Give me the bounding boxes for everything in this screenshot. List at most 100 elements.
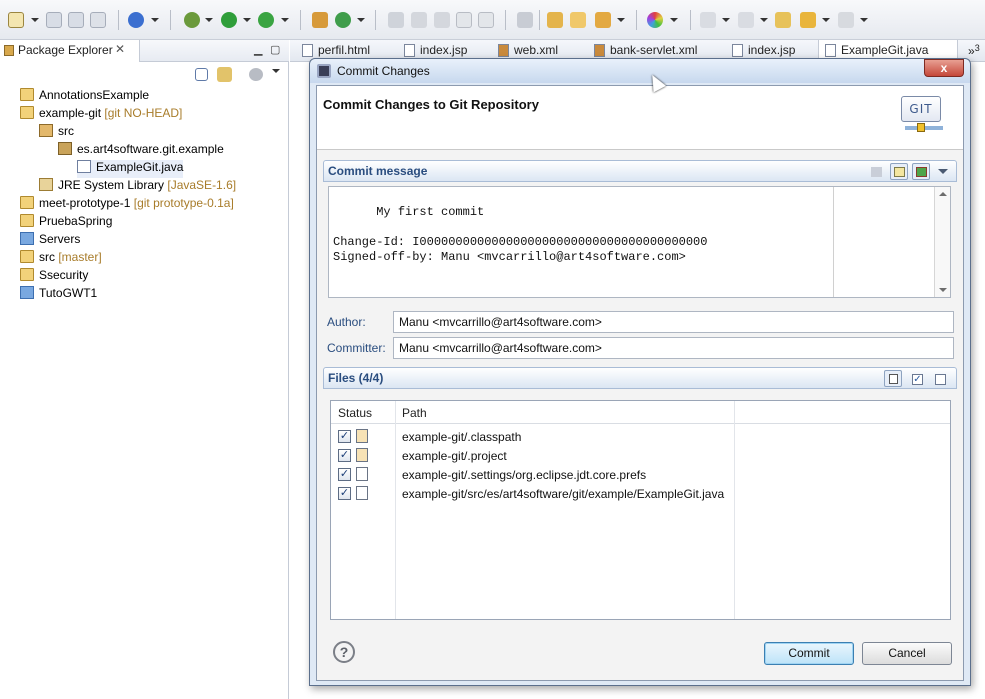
run-icon[interactable] <box>221 12 237 28</box>
new-class-icon[interactable] <box>335 12 351 28</box>
google-plugin-icon[interactable] <box>128 12 144 28</box>
spell-check-icon[interactable] <box>867 163 885 180</box>
tree-item[interactable]: AnnotationsExample <box>20 88 149 106</box>
select-all-icon[interactable]: ✓ <box>908 370 926 387</box>
scroll-down-icon[interactable] <box>939 288 947 292</box>
tree-item[interactable]: JRE System Library [JavaSE-1.6] <box>39 178 236 196</box>
java-file-icon <box>825 44 836 57</box>
cancel-button[interactable]: Cancel <box>862 642 952 665</box>
table-row[interactable]: ✓ example-git/src/es/art4software/git/ex… <box>331 484 950 503</box>
annotation-icon[interactable] <box>388 12 404 28</box>
java-file-icon <box>77 160 91 173</box>
message-scrollbar[interactable] <box>934 187 950 297</box>
print-icon[interactable] <box>90 12 106 28</box>
save-all-icon[interactable] <box>68 12 84 28</box>
pen-icon[interactable] <box>411 12 427 28</box>
block-icon[interactable] <box>456 12 472 28</box>
file-checkbox[interactable]: ✓ <box>338 449 351 462</box>
help-button[interactable]: ? <box>333 641 355 663</box>
tree-item[interactable]: meet-prototype-1 [git prototype-0.1a] <box>20 196 234 214</box>
save-icon[interactable] <box>46 12 62 28</box>
dialog-title-bar[interactable]: Commit Changes x <box>310 59 970 83</box>
commit-message-label: Commit message <box>328 164 428 178</box>
color-wheel-icon[interactable] <box>647 12 663 28</box>
tree-item-label: src <box>39 250 55 264</box>
file-checkbox[interactable]: ✓ <box>338 468 351 481</box>
chevron-down-icon[interactable] <box>31 18 39 22</box>
chevron-down-icon[interactable] <box>617 18 625 22</box>
scroll-up-icon[interactable] <box>939 192 947 196</box>
banner-title: Commit Changes to Git Repository <box>323 97 539 112</box>
toggle-mark-icon[interactable] <box>434 12 450 28</box>
new-icon[interactable] <box>8 12 24 28</box>
chevron-down-icon[interactable] <box>243 18 251 22</box>
table-row[interactable]: ✓ example-git/.settings/org.eclipse.jdt.… <box>331 465 950 484</box>
toolbar-separator <box>300 10 301 30</box>
collapse-all-icon[interactable] <box>195 68 208 81</box>
tree-item[interactable]: src <box>39 124 74 142</box>
minimize-icon[interactable]: ▁ <box>254 43 262 56</box>
file-checkbox[interactable]: ✓ <box>338 487 351 500</box>
filter-icon[interactable] <box>249 68 263 81</box>
view-menu-icon[interactable] <box>272 69 280 73</box>
file-path: example-git/src/es/art4software/git/exam… <box>402 487 725 501</box>
last-edit-icon[interactable] <box>775 12 791 28</box>
file-path: example-git/.classpath <box>402 430 522 444</box>
tree-item-label: JRE System Library <box>58 178 165 192</box>
package-explorer-tab[interactable]: Package Explorer ✕ <box>0 40 140 62</box>
close-icon[interactable]: ✕ <box>115 42 125 56</box>
search-task-icon[interactable] <box>517 12 533 28</box>
table-row[interactable]: ✓ example-git/.project <box>331 446 950 465</box>
files-table: Status Path ✓ example-git/.classpath ✓ e… <box>330 400 951 620</box>
committer-field[interactable]: Manu <mvcarrillo@art4software.com> <box>393 337 954 359</box>
xml-file-icon <box>498 44 509 57</box>
debug-icon[interactable] <box>184 12 200 28</box>
project-icon <box>20 106 34 119</box>
chevron-down-icon[interactable] <box>760 18 768 22</box>
author-field[interactable]: Manu <mvcarrillo@art4software.com> <box>393 311 954 333</box>
chevron-down-icon[interactable] <box>281 18 289 22</box>
paragraph-icon[interactable] <box>478 12 494 28</box>
tree-item[interactable]: es.art4software.git.example <box>58 142 224 160</box>
tree-item[interactable]: src [master] <box>20 250 102 268</box>
forward-arrow-icon[interactable] <box>838 12 854 28</box>
table-row[interactable]: ✓ example-git/.classpath <box>331 427 950 446</box>
deselect-all-icon[interactable] <box>931 370 949 387</box>
chevron-down-icon[interactable] <box>822 18 830 22</box>
tab-label: bank-servlet.xml <box>610 43 698 57</box>
change-id-toggle-icon[interactable] <box>912 163 930 180</box>
chevron-down-icon[interactable] <box>860 18 868 22</box>
git-decoration: [JavaSE-1.6] <box>167 178 237 192</box>
chevron-down-icon[interactable] <box>938 169 948 174</box>
link-with-editor-icon[interactable] <box>217 67 232 82</box>
maximize-icon[interactable]: ▢ <box>270 43 280 56</box>
commit-message-textarea[interactable]: My first commit Change-Id: I000000000000… <box>328 186 951 298</box>
tree-item[interactable]: PruebaSpring <box>20 214 112 232</box>
tree-item[interactable]: ExampleGit.java <box>77 160 184 178</box>
back-arrow-icon[interactable] <box>800 12 816 28</box>
run-external-icon[interactable] <box>258 12 274 28</box>
rocket-icon[interactable] <box>595 12 611 28</box>
signed-off-toggle-icon[interactable] <box>890 163 908 180</box>
tree-item[interactable]: TutoGWT1 <box>20 286 97 304</box>
chevron-down-icon[interactable] <box>205 18 213 22</box>
commit-button[interactable]: Commit <box>764 642 854 665</box>
chevron-down-icon[interactable] <box>357 18 365 22</box>
close-button[interactable]: x <box>924 59 964 77</box>
path-column-header[interactable]: Path <box>402 406 427 420</box>
tree-item[interactable]: Ssecurity <box>20 268 88 286</box>
open-type-icon[interactable] <box>547 12 563 28</box>
file-checkbox[interactable]: ✓ <box>338 430 351 443</box>
new-package-icon[interactable] <box>312 12 328 28</box>
tree-item[interactable]: Servers <box>20 232 80 250</box>
open-folder-icon[interactable] <box>570 12 586 28</box>
tree-item[interactable]: example-git [git NO-HEAD] <box>20 106 182 124</box>
show-untracked-icon[interactable] <box>884 370 902 387</box>
chevron-down-icon[interactable] <box>722 18 730 22</box>
status-column-header[interactable]: Status <box>338 406 372 420</box>
prev-annotation-icon[interactable] <box>738 12 754 28</box>
next-annotation-icon[interactable] <box>700 12 716 28</box>
chevron-down-icon[interactable] <box>151 18 159 22</box>
xml-file-icon <box>356 448 368 462</box>
chevron-down-icon[interactable] <box>670 18 678 22</box>
